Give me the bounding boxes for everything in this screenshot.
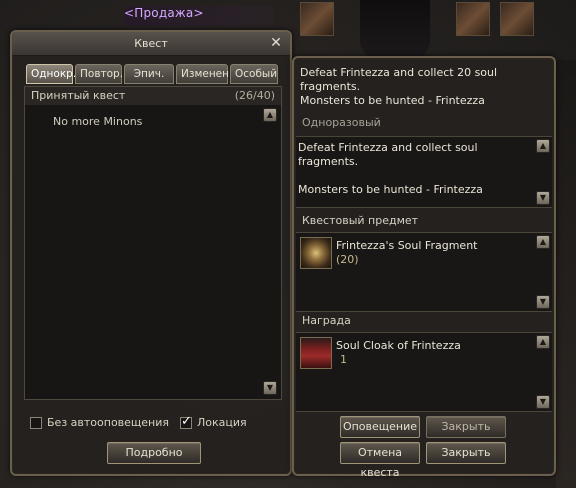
tab-special[interactable]: Особый [230, 64, 278, 84]
quest-summary: Defeat Frintezza and collect 20 soul fra… [300, 66, 550, 108]
character-silhouette [360, 0, 430, 60]
scroll-down-icon[interactable]: ▼ [263, 381, 277, 395]
reward-label: Награда [302, 314, 351, 327]
equip-slot [456, 2, 490, 36]
list-empty-text: No more Minons [53, 115, 143, 128]
reward-item-name: Soul Cloak of Frintezza [336, 339, 461, 352]
reward-panel[interactable]: Soul Cloak of Frintezza 1 ▲ ▼ [296, 332, 552, 412]
list-header-label: Принятый квест [31, 89, 126, 102]
shop-tag: <Продажа> [124, 6, 274, 26]
location-option[interactable]: Локация [180, 414, 247, 429]
no-auto-alert-option[interactable]: Без автооповещения [30, 416, 169, 429]
location-label: Локация [197, 416, 247, 429]
description-monsters: Monsters to be hunted - Frintezza [298, 183, 483, 196]
quest-summary-monsters: Monsters to be hunted - Frintezza [300, 94, 485, 107]
quest-item-panel[interactable]: Frintezza's Soul Fragment (20) ▲ ▼ [296, 232, 552, 312]
tab-changed[interactable]: Изменен. [176, 64, 232, 84]
quest-item-name: Frintezza's Soul Fragment [336, 239, 478, 252]
close-top-button[interactable]: Закрыть [426, 416, 506, 438]
abandon-quest-button[interactable]: Отмена квеста [340, 442, 420, 479]
list-header: Принятый квест (26/40) [25, 87, 281, 105]
scroll-down-icon[interactable]: ▼ [536, 395, 550, 409]
scroll-up-icon[interactable]: ▲ [536, 139, 550, 153]
quest-description[interactable]: Defeat Frintezza and collect soul fragme… [296, 136, 552, 208]
quest-item-text: Frintezza's Soul Fragment (20) [336, 237, 477, 269]
reward-item[interactable]: Soul Cloak of Frintezza 1 [300, 337, 461, 369]
location-checkbox[interactable] [180, 414, 192, 429]
quest-window-titlebar[interactable]: Квест ✕ [12, 32, 290, 56]
scroll-up-icon[interactable]: ▲ [536, 235, 550, 249]
background-panel [556, 60, 576, 488]
reward-item-qty: 1 [340, 353, 347, 366]
no-auto-alert-label: Без автооповещения [47, 416, 170, 429]
tab-repeatable[interactable]: Повтор. [75, 64, 123, 84]
details-button[interactable]: Подробно [107, 442, 201, 464]
quest-window: Квест ✕ Однокр. Повтор. Эпич. Изменен. О… [10, 30, 292, 476]
close-icon[interactable]: ✕ [268, 34, 284, 52]
tab-one-time[interactable]: Однокр. [26, 64, 76, 84]
notify-button[interactable]: Оповещение [340, 416, 420, 438]
quest-item-label: Квестовый предмет [302, 214, 419, 227]
soul-fragment-icon[interactable] [300, 237, 332, 269]
reward-item-text: Soul Cloak of Frintezza 1 [336, 337, 461, 369]
accepted-quest-list[interactable]: Принятый квест (26/40) No more Minons ▲ … [24, 86, 282, 400]
scroll-down-icon[interactable]: ▼ [536, 295, 550, 309]
close-bottom-button[interactable]: Закрыть [426, 442, 506, 464]
scroll-up-icon[interactable]: ▲ [263, 108, 277, 122]
equip-slot [300, 2, 334, 36]
no-auto-alert-checkbox[interactable] [30, 416, 42, 429]
quest-item[interactable]: Frintezza's Soul Fragment (20) [300, 237, 477, 269]
cloak-icon[interactable] [300, 337, 332, 369]
quest-detail-window: Defeat Frintezza and collect 20 soul fra… [292, 56, 556, 479]
scroll-up-icon[interactable]: ▲ [536, 335, 550, 349]
quest-summary-objective: Defeat Frintezza and collect 20 soul fra… [300, 66, 498, 93]
tab-epic[interactable]: Эпич. [124, 64, 174, 84]
quest-count: (26/40) [234, 89, 275, 102]
description-objective: Defeat Frintezza and collect soul fragme… [298, 141, 478, 168]
quest-tabs: Однокр. Повтор. Эпич. Изменен. Особый [26, 64, 278, 84]
scroll-down-icon[interactable]: ▼ [536, 191, 550, 205]
quest-item-qty: (20) [336, 253, 359, 266]
equip-slot [500, 2, 534, 36]
quest-window-title: Квест [134, 37, 168, 50]
quest-description-text: Defeat Frintezza and collect soul fragme… [298, 141, 534, 197]
quest-type: Одноразовый [302, 116, 381, 129]
